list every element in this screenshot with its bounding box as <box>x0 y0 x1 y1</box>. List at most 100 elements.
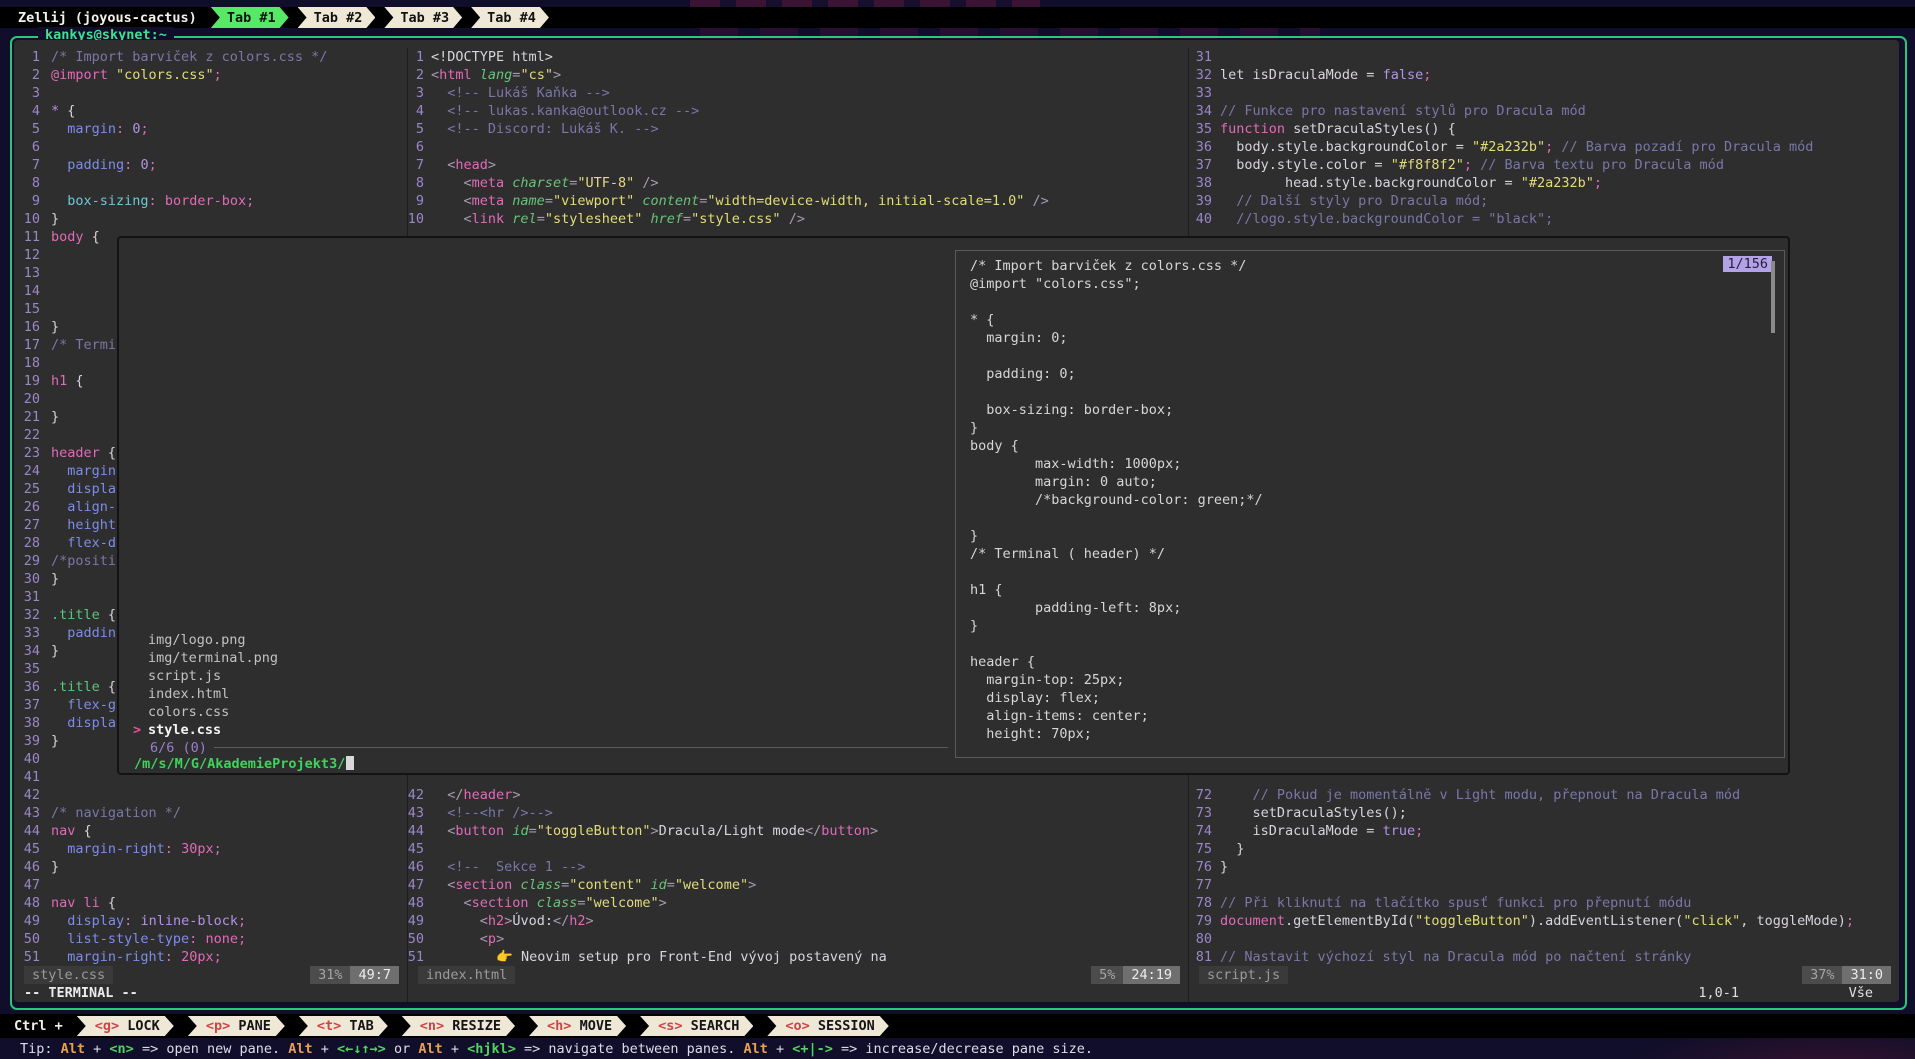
keybar-segment-resize[interactable]: <n> RESIZE <box>402 1016 515 1036</box>
keybar-segment-lock[interactable]: <g> LOCK <box>77 1016 174 1036</box>
file-item[interactable]: index.html <box>148 685 229 703</box>
file-item[interactable]: script.js <box>148 667 221 685</box>
code-token: <hjkl> <box>467 1041 516 1057</box>
code-line[interactable]: <h2>Úvod:</h2> <box>431 912 594 930</box>
code-line[interactable]: } <box>51 732 59 750</box>
code-line[interactable]: 👉 Neovim setup pro Front-End vývoj posta… <box>431 948 887 966</box>
file-item[interactable]: colors.css <box>148 703 229 721</box>
code-token: < <box>464 175 472 191</box>
code-line[interactable]: <p> <box>431 930 504 948</box>
code-line[interactable]: } <box>51 642 59 660</box>
code-line[interactable]: isDraculaMode = true; <box>1220 822 1423 840</box>
code-line[interactable]: box-sizing: border-box; <box>51 192 254 210</box>
floating-file-picker[interactable]: img/logo.pngimg/terminal.pngscript.jsind… <box>117 236 1790 775</box>
code-line[interactable]: nav { <box>51 822 92 840</box>
code-line[interactable]: nav li { <box>51 894 116 912</box>
code-line[interactable]: margin-right: 30px; <box>51 840 222 858</box>
line-number: 42 <box>14 786 40 804</box>
code-line[interactable]: <!-- Sekce 1 --> <box>431 858 585 876</box>
code-line[interactable]: margin-right: 20px; <box>51 948 222 966</box>
code-line[interactable]: body.style.backgroundColor = "#2a232b"; … <box>1220 138 1813 156</box>
code-line[interactable]: //logo.style.backgroundColor = "black"; <box>1220 210 1553 228</box>
code-token: "colors.css" <box>116 67 214 83</box>
keybar-segment-search[interactable]: <s> SEARCH <box>640 1016 753 1036</box>
code-line[interactable]: /* navigation */ <box>51 804 181 822</box>
code-line[interactable]: flex-g <box>51 696 116 714</box>
code-line[interactable]: .title { <box>51 678 116 696</box>
code-line[interactable]: let isDraculaMode = false; <box>1220 66 1431 84</box>
code-line[interactable]: <section class="welcome"> <box>431 894 667 912</box>
code-line[interactable]: } <box>51 858 59 876</box>
code-line[interactable]: /*positi <box>51 552 116 570</box>
code-token: margin <box>51 463 116 479</box>
code-line[interactable]: // Při kliknutí na tlačítko spusť funkci… <box>1220 894 1691 912</box>
code-line[interactable]: // Funkce pro nastavení stylů pro Dracul… <box>1220 102 1586 120</box>
code-line[interactable]: body { <box>51 228 100 246</box>
code-line[interactable]: flex-d <box>51 534 116 552</box>
code-line[interactable]: <!-- lukas.kanka@outlook.cz --> <box>431 102 699 120</box>
code-line[interactable]: } <box>51 210 59 228</box>
code-line[interactable]: paddin <box>51 624 116 642</box>
code-line[interactable]: .title { <box>51 606 116 624</box>
code-token: link <box>472 211 505 227</box>
code-line[interactable]: head.style.backgroundColor = "#2a232b"; <box>1220 174 1602 192</box>
tab-tab-4[interactable]: Tab #4 <box>471 7 549 28</box>
code-line[interactable]: } <box>51 318 59 336</box>
tab-tab-2[interactable]: Tab #2 <box>298 7 376 28</box>
selection-pointer-icon: > <box>133 721 141 739</box>
keybar-segment-pane[interactable]: <p> PANE <box>188 1016 285 1036</box>
code-line[interactable]: // Pokud je momentálně v Light modu, pře… <box>1220 786 1740 804</box>
code-line[interactable]: } <box>51 570 59 588</box>
code-line[interactable]: h1 { <box>51 372 84 390</box>
code-line[interactable]: } <box>51 408 59 426</box>
code-line[interactable]: } <box>1220 840 1244 858</box>
code-line[interactable]: list-style-type: none; <box>51 930 246 948</box>
code-line[interactable]: <meta name="viewport" content="width=dev… <box>431 192 1049 210</box>
code-line[interactable]: <html lang="cs"> <box>431 66 561 84</box>
line-number: 5 <box>394 120 424 138</box>
code-line[interactable]: displa <box>51 714 116 732</box>
code-line[interactable]: margin <box>51 462 116 480</box>
code-line[interactable]: <!--<hr />--> <box>431 804 553 822</box>
picker-prompt[interactable]: /m/s/M/G/AkademieProjekt3/ <box>134 755 354 773</box>
code-line[interactable]: displa <box>51 480 116 498</box>
code-token: //logo.style.backgroundColor = "black"; <box>1220 211 1553 227</box>
code-line[interactable]: <button id="toggleButton">Dracula/Light … <box>431 822 878 840</box>
code-line[interactable]: body.style.color = "#f8f8f2"; // Barva t… <box>1220 156 1724 174</box>
code-line[interactable]: <meta charset="UTF-8" /> <box>431 174 659 192</box>
code-line[interactable]: height <box>51 516 116 534</box>
keybar-segment-move[interactable]: <h> MOVE <box>529 1016 626 1036</box>
keybar-segment-session[interactable]: <o> SESSION <box>767 1016 888 1036</box>
code-line[interactable]: /* Termi <box>51 336 116 354</box>
code-line[interactable]: align- <box>51 498 116 516</box>
code-line[interactable]: @import "colors.css"; <box>51 66 222 84</box>
tab-tab-3[interactable]: Tab #3 <box>384 7 462 28</box>
file-item[interactable]: img/logo.png <box>148 631 246 649</box>
file-item[interactable]: img/terminal.png <box>148 649 278 667</box>
code-line[interactable]: function setDraculaStyles() { <box>1220 120 1456 138</box>
code-line[interactable]: setDraculaStyles(); <box>1220 804 1407 822</box>
code-line[interactable]: </header> <box>431 786 520 804</box>
code-line[interactable]: <section class="content" id="welcome"> <box>431 876 756 894</box>
code-line[interactable]: display: inline-block; <box>51 912 246 930</box>
tab-tab-1[interactable]: Tab #1 <box>211 7 289 28</box>
file-item-selected[interactable]: style.css <box>148 721 221 739</box>
code-token: none <box>205 931 238 947</box>
code-line[interactable]: padding: 0; <box>51 156 157 174</box>
code-line[interactable]: <link rel="stylesheet" href="style.css" … <box>431 210 805 228</box>
code-line[interactable]: /* Import barviček z colors.css */ <box>51 48 327 66</box>
code-line[interactable]: * { <box>51 102 75 120</box>
code-line[interactable]: // Další styly pro Dracula mód; <box>1220 192 1488 210</box>
code-line[interactable]: <head> <box>431 156 496 174</box>
code-line[interactable]: } <box>1220 858 1228 876</box>
code-line[interactable]: document.getElementById("toggleButton").… <box>1220 912 1854 930</box>
code-line[interactable]: header { <box>51 444 116 462</box>
code-line[interactable]: <!-- Lukáš Kaňka --> <box>431 84 610 102</box>
code-token: // Další styly pro Dracula mód; <box>1220 193 1488 209</box>
code-line[interactable]: margin: 0; <box>51 120 149 138</box>
code-line[interactable]: <!-- Discord: Lukáš K. --> <box>431 120 659 138</box>
code-line[interactable]: <!DOCTYPE html> <box>431 48 553 66</box>
code-line[interactable]: // Nastavit výchozí styl na Dracula mód … <box>1220 948 1691 966</box>
keybar-segment-tab[interactable]: <t> TAB <box>299 1016 388 1036</box>
preview-scrollbar[interactable] <box>1771 261 1775 333</box>
